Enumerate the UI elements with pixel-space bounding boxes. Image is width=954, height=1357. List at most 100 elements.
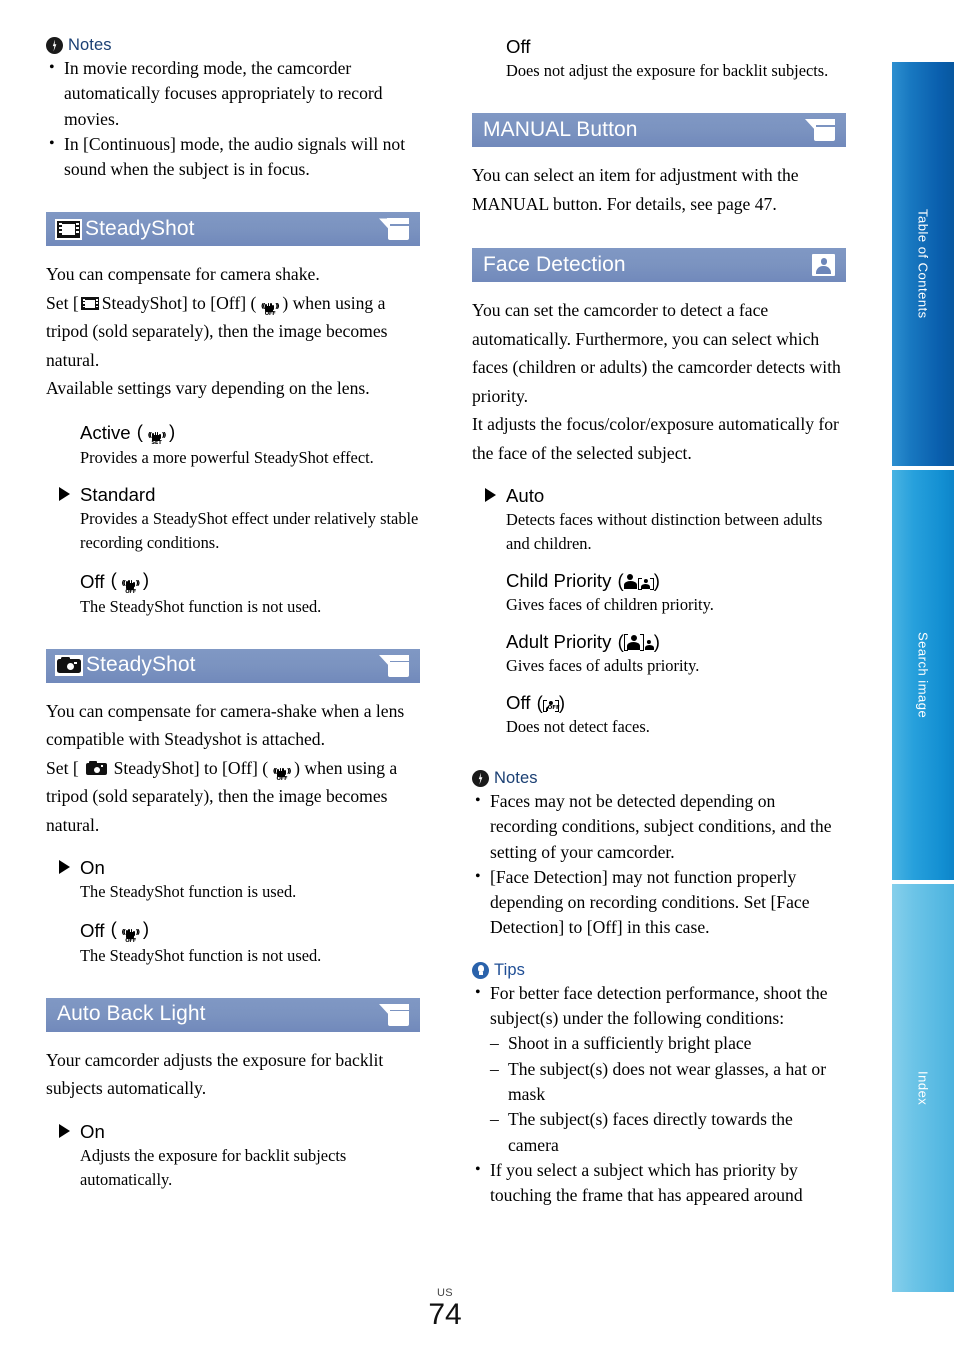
paragraph: Available settings vary depending on the… — [46, 378, 370, 399]
icon-badge: SET — [151, 440, 162, 447]
paragraph: You can set the camcorder to detect a fa… — [472, 300, 841, 406]
option-label: Active — [80, 422, 131, 444]
face-icon — [812, 254, 835, 276]
option-label: Off — [506, 36, 531, 57]
face-detection-off-icon: OFF — [542, 698, 560, 712]
list-item: In [Continuous] mode, the audio signals … — [46, 131, 420, 183]
option-label-row: On — [80, 857, 420, 879]
left-column: Notes In movie recording mode, the camco… — [46, 36, 420, 1192]
option-description: Gives faces of children priority. — [506, 595, 714, 614]
option-on: On Adjusts the exposure for backlit subj… — [46, 1121, 420, 1192]
manual-page: Notes In movie recording mode, the camco… — [0, 0, 954, 1357]
paragraph: You can compensate for camera-shake when… — [46, 700, 405, 750]
page-footer: US 74 — [0, 1288, 890, 1331]
option-label-row: Off (OFF) — [506, 692, 846, 714]
section-title: Face Detection — [483, 252, 626, 276]
option-label: Auto — [506, 485, 545, 506]
option-description: The SteadyShot function is used. — [80, 882, 297, 902]
option-description: Provides a more powerful SteadyShot effe… — [80, 448, 374, 468]
paragraph: Your camcorder adjusts the exposure for … — [46, 1049, 384, 1099]
paragraph: You can compensate for camera shake. — [46, 264, 320, 285]
camcorder-icon — [805, 119, 835, 141]
section-header-face-detection: Face Detection — [472, 248, 846, 282]
list-item: Faces may not be detected depending on r… — [472, 788, 846, 865]
section-body-steadyshot-movie: You can compensate for camera shake. Set… — [46, 260, 420, 403]
page-number: 74 — [428, 1298, 462, 1331]
section-body-face-detection: You can set the camcorder to detect a fa… — [472, 296, 846, 467]
option-label-row: Standard — [80, 484, 420, 506]
option-off: Off (⁽⁽ ⁾⁾ OFF) The SteadyShot function is… — [46, 918, 420, 968]
option-label: Adult Priority — [506, 631, 612, 652]
option-icon-wrap: (⁽⁽ ⁾⁾ SET) — [131, 420, 176, 447]
option-label: Off — [506, 692, 531, 713]
steadyshot-off-icon-inline: ⁽⁽ ⁾⁾ OFF — [260, 300, 280, 318]
photo-camera-icon — [55, 655, 83, 677]
option-icon-wrap: (⁽⁽ ⁾⁾ OFF) — [105, 918, 150, 944]
option-on: On The SteadyShot function is used. — [46, 857, 420, 904]
paragraph-set-steadyshot-off-photo: Set [ SteadyShot] to [Off] (⁽⁽ ⁾⁾ OFF) whe… — [46, 754, 420, 840]
paragraph-set-steadyshot-off: Set [SteadyShot] to [Off] (⁽⁽ ⁾⁾ OFF) when… — [46, 289, 420, 375]
option-label-row: Off — [506, 36, 846, 58]
list-item-text: For better face detection performance, s… — [490, 982, 828, 1029]
option-adult-priority: Adult Priority () Gives faces of adults … — [472, 631, 846, 678]
child-priority-icon — [623, 573, 654, 590]
section-header-steadyshot-movie: SteadyShot — [46, 212, 420, 247]
notes-icon — [46, 37, 63, 54]
option-description: The SteadyShot function is not used. — [80, 945, 322, 965]
section-title: SteadyShot — [86, 653, 196, 677]
page-columns: Notes In movie recording mode, the camco… — [0, 0, 890, 1290]
section-body-auto-back-light: Your camcorder adjusts the exposure for … — [46, 1046, 420, 1103]
option-label-row: Adult Priority () — [506, 631, 846, 653]
option-description: Does not detect faces. — [506, 717, 650, 736]
option-standard: Standard Provides a SteadyShot effect un… — [46, 484, 420, 555]
notes-icon — [472, 770, 489, 787]
sidebar-tab-index[interactable]: Index — [892, 882, 954, 1294]
list-item: In movie recording mode, the camcorder a… — [46, 55, 420, 132]
film-icon — [55, 218, 82, 240]
sidebar-tab-table-of-contents[interactable]: Table of Contents — [892, 60, 954, 468]
camcorder-icon — [379, 1003, 409, 1026]
option-label: Off — [80, 919, 105, 941]
sidebar-tab-search-image[interactable]: Search image — [892, 468, 954, 882]
section-title: Auto Back Light — [57, 1002, 206, 1026]
section-body-manual-button: You can select an item for adjustment wi… — [472, 161, 846, 218]
list-item: If you select a subject which has priori… — [472, 1157, 846, 1209]
option-description: Gives faces of adults priority. — [506, 656, 700, 675]
option-off: Off (⁽⁽ ⁾⁾ OFF) The SteadyShot function is… — [46, 569, 420, 619]
notes-list-right: Faces may not be detected depending on r… — [472, 788, 846, 941]
tips-heading-label: Tips — [494, 960, 525, 979]
tips-sublist: Shoot in a sufficiently bright place The… — [490, 1031, 846, 1157]
option-description: Detects faces without distinction betwee… — [506, 510, 823, 553]
notes-list-left: In movie recording mode, the camcorder a… — [46, 55, 420, 183]
text-fragment: Set [ — [46, 757, 79, 778]
list-item: For better face detection performance, s… — [472, 980, 846, 1158]
option-label-row: On — [80, 1121, 420, 1143]
section-title: SteadyShot — [85, 216, 195, 240]
text-fragment: SteadyShot] to [Off] ( — [113, 757, 269, 778]
tips-heading: Tips — [472, 961, 846, 980]
list-item: The subject(s) faces directly towards th… — [490, 1107, 846, 1158]
icon-badge: OFF — [547, 704, 560, 711]
option-label-row: Active (⁽⁽ ⁾⁾ SET) — [80, 420, 420, 447]
text-fragment: SteadyShot] to [Off] ( — [101, 292, 257, 313]
option-label-row: Off (⁽⁽ ⁾⁾ OFF) — [80, 918, 420, 944]
default-marker-icon — [59, 487, 70, 502]
right-column: Off Does not adjust the exposure for bac… — [472, 36, 846, 1208]
notes-heading-right: Notes — [472, 769, 846, 788]
option-label-row: Auto — [506, 485, 846, 507]
notes-heading-label: Notes — [68, 36, 112, 54]
option-active: Active (⁽⁽ ⁾⁾ SET) Provides a more powerfu… — [46, 421, 420, 471]
adult-priority-icon — [623, 634, 654, 651]
option-label-row: Child Priority () — [506, 570, 846, 592]
default-marker-icon — [485, 488, 496, 502]
option-label: Standard — [80, 484, 156, 506]
option-icon-wrap: () — [612, 631, 660, 652]
option-icon-wrap: (⁽⁽ ⁾⁾ OFF) — [105, 569, 150, 595]
option-auto: Auto Detects faces without distinction b… — [472, 485, 846, 556]
camcorder-icon — [379, 218, 409, 241]
steadyshot-off-icon: ⁽⁽ ⁾⁾ OFF — [121, 927, 140, 944]
option-off-continued: Off Does not adjust the exposure for bac… — [472, 36, 846, 83]
list-item: [Face Detection] may not function proper… — [472, 864, 846, 941]
tips-list: For better face detection performance, s… — [472, 980, 846, 1209]
icon-badge: OFF — [124, 937, 137, 944]
